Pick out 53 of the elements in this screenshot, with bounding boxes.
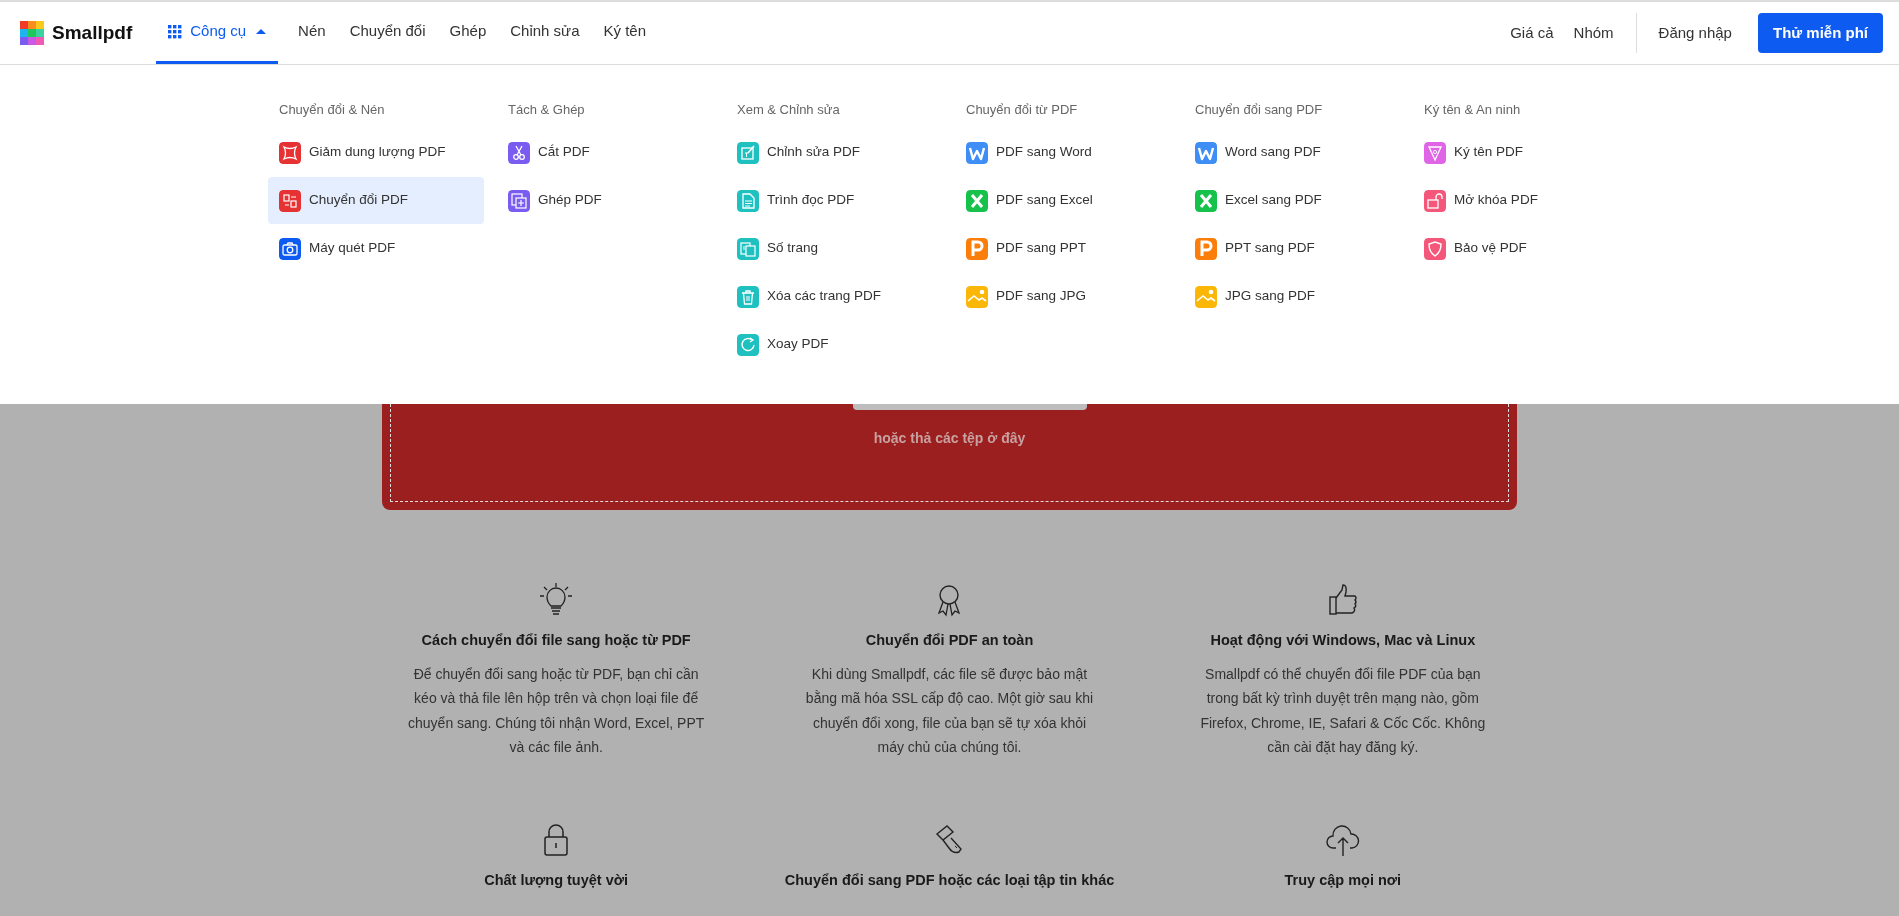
menu-heading: Chuyển đổi & Nén <box>278 101 386 119</box>
menu-item[interactable]: Trình đọc PDF <box>726 177 942 224</box>
menu-heading: Chuyển đổi từ PDF <box>965 101 1079 119</box>
logo-icon <box>20 21 44 45</box>
menu-item[interactable]: Xóa các trang PDF <box>726 273 942 320</box>
login-link[interactable]: Đăng nhập <box>1648 21 1742 45</box>
menu-item[interactable]: Chỉnh sửa PDF <box>726 129 942 176</box>
menu-item[interactable]: PDF sang PPT <box>955 225 1171 272</box>
menu-item[interactable]: Cắt PDF <box>497 129 713 176</box>
feature-text: Smallpdf có thể chuyển đổi file PDF của bạn trong bất kỳ trình duyệt trên mạng nào, gồm Firefox, Chrome, IE, Safari & Cốc Cốc. Không cần cài đặt hay đăng ký. <box>1199 664 1487 758</box>
menu-item[interactable]: Ký tên PDF <box>1413 129 1629 176</box>
menu-item[interactable]: Bảo vệ PDF <box>1413 225 1629 272</box>
feature-title: Chất lượng tuyệt vời <box>484 870 629 890</box>
feature-title: Chuyển đổi PDF an toàn <box>865 631 1034 650</box>
menu-item[interactable]: PDF sang JPG <box>955 273 1171 320</box>
menu-item[interactable]: Chuyển đổi PDF <box>268 177 484 224</box>
logo-text: Smallpdf <box>52 20 133 45</box>
menu-item[interactable]: JPG sang PDF <box>1184 273 1400 320</box>
logo[interactable]: Smallpdf <box>20 18 133 48</box>
feature-title: Hoạt động với Windows, Mac và Linux <box>1210 631 1476 650</box>
menu-heading: Chuyển đổi sang PDF <box>1194 101 1324 119</box>
nav-link[interactable]: Nhóm <box>1563 21 1624 45</box>
lightbulb-icon <box>538 582 575 618</box>
menu-item[interactable]: Ghép PDF <box>497 177 713 224</box>
menu-item[interactable]: Số trang <box>726 225 942 272</box>
feature-text: Khi dùng Smallpdf, các file sẽ được bảo mật bằng mã hóa SSL cấp độ cao. Một giờ sau khi chuyển đổi xong, file của bạn sẽ tự xóa khỏi máy chủ của chúng tôi. <box>804 664 1095 758</box>
menu-heading: Tách & Ghép <box>507 101 586 119</box>
grid-icon <box>168 24 183 39</box>
feature-text: Để chuyển đổi sang hoặc từ PDF, bạn chỉ cần kéo và thả file lên hộp trên và chọn loại file để chuyển sang. Chúng tôi nhận Word, Excel, PPT và các file ảnh. <box>407 664 706 758</box>
feature-title: Truy cập mọi nơi <box>1284 870 1402 890</box>
nav-tab[interactable]: Ký tên <box>591 2 658 64</box>
menu-item[interactable]: Xoay PDF <box>726 321 942 368</box>
nav-tab[interactable]: Chuyển đổi <box>337 2 438 64</box>
button-edge[interactable] <box>852 404 1087 410</box>
feature-title: Chuyển đổi sang PDF hoặc các loại tập tin khác <box>784 870 1115 890</box>
menu-item[interactable]: Máy quét PDF <box>268 225 484 272</box>
try-free-button[interactable]: Thử miễn phí <box>1757 12 1883 54</box>
caret-icon <box>256 28 267 35</box>
menu-item[interactable]: Mở khóa PDF <box>1413 177 1629 224</box>
dropzone-hint: hoặc thả các tệp ở đây <box>873 429 1026 448</box>
menu-item[interactable]: PPT sang PDF <box>1184 225 1400 272</box>
nav-tab[interactable]: Ghép <box>437 2 499 64</box>
menu-item[interactable]: PDF sang Word <box>955 129 1171 176</box>
feature-title: Cách chuyển đổi file sang hoặc từ PDF <box>421 631 691 650</box>
menu-item[interactable]: Giảm dung lượng PDF <box>268 129 484 176</box>
menu-item[interactable]: Excel sang PDF <box>1184 177 1400 224</box>
menu-heading: Xem & Chỉnh sửa <box>736 101 841 119</box>
nav-tab[interactable]: Nén <box>286 2 338 64</box>
menu-item[interactable]: PDF sang Excel <box>955 177 1171 224</box>
menu-item[interactable]: Word sang PDF <box>1184 129 1400 176</box>
nav-tab[interactable]: Chỉnh sửa <box>498 2 592 64</box>
menu-heading: Ký tên & An ninh <box>1423 101 1522 119</box>
nav-link[interactable]: Giá cả <box>1500 21 1564 45</box>
